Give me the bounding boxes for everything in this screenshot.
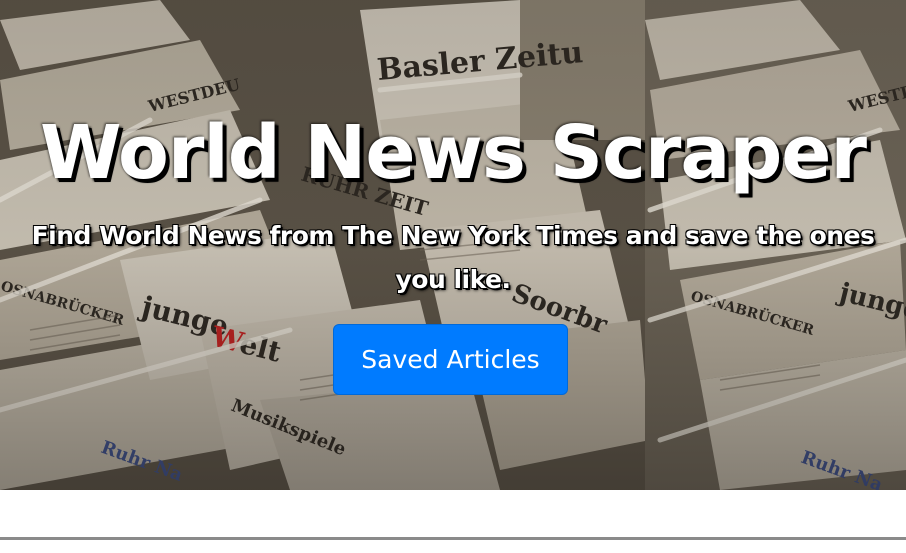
- divider: [0, 537, 906, 540]
- content-area: [0, 490, 906, 553]
- hero-subtitle: Find World News from The New York Times …: [31, 221, 875, 294]
- page-title: World News Scraper: [40, 110, 867, 196]
- hero-banner: Basler Zeitu WESTDEU WESTDEU junge W elt…: [0, 0, 906, 490]
- saved-articles-button[interactable]: Saved Articles: [333, 324, 568, 395]
